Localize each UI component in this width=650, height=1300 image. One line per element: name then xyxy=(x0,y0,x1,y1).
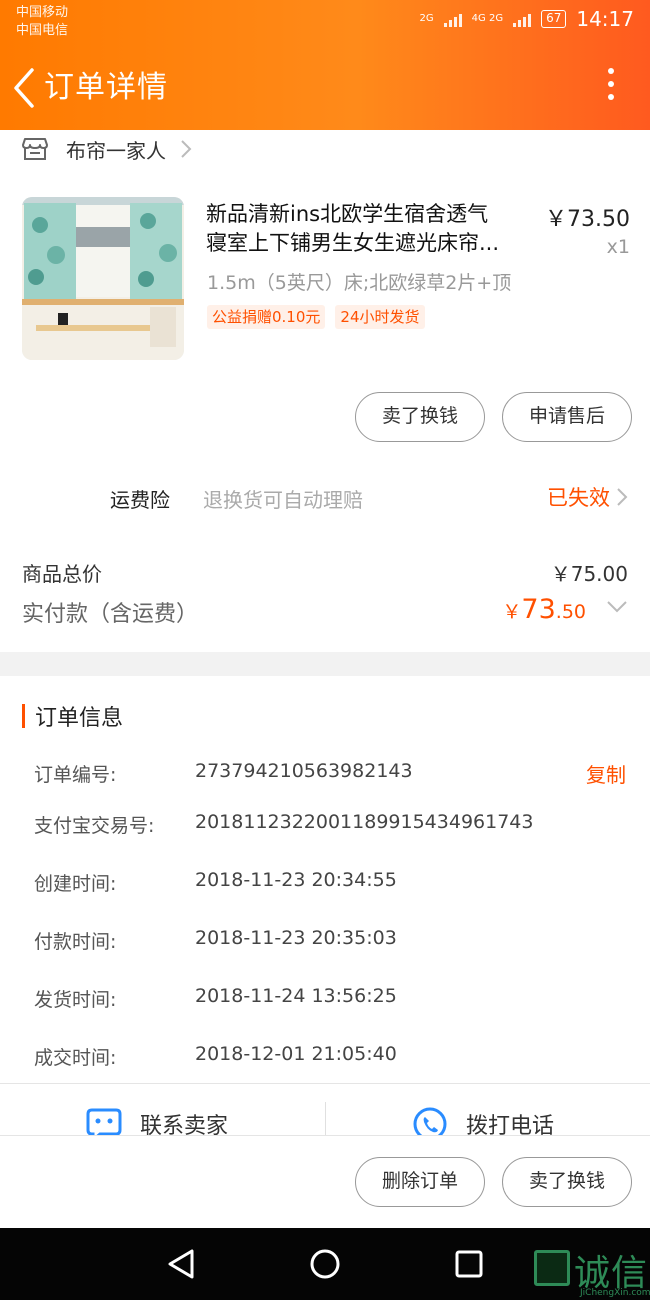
call-label: 拨打电话 xyxy=(466,1114,555,1135)
contact-separator xyxy=(325,1102,326,1135)
more-vertical-icon[interactable] xyxy=(606,68,616,108)
contact-seller-label: 联系卖家 xyxy=(140,1114,229,1135)
order-info-title: 订单信息 xyxy=(22,700,123,732)
navigation-header: 订单详情 xyxy=(0,56,650,120)
clock: 14:17 xyxy=(576,7,634,31)
order-number-value: 273794210563982143 xyxy=(195,760,413,782)
delete-order-button[interactable]: 删除订单 xyxy=(355,1157,485,1207)
product-title-line-1: 新品清新ins北欧学生宿舍透气 xyxy=(206,202,489,226)
insurance-label: 运费险 xyxy=(110,488,170,512)
product-image[interactable] xyxy=(22,197,184,360)
goods-total-label: 商品总价 xyxy=(22,562,102,586)
product-price: ￥73.50 xyxy=(545,207,630,232)
chevron-down-icon[interactable] xyxy=(606,600,628,614)
sell-button-bottom[interactable]: 卖了换钱 xyxy=(502,1157,632,1207)
battery-indicator: 67 xyxy=(541,10,567,28)
sell-button[interactable]: 卖了换钱 xyxy=(355,392,485,442)
paid-currency: ￥ xyxy=(502,601,522,623)
shop-row[interactable]: 布帘一家人 xyxy=(22,132,192,166)
goods-total-value: ￥75.00 xyxy=(550,562,628,586)
page-title: 订单详情 xyxy=(44,70,168,105)
completed-time-value: 2018-12-01 21:05:40 xyxy=(195,1043,397,1065)
status-right: 2G 4G 2G 67 14:17 xyxy=(419,7,634,31)
signal-icon xyxy=(443,11,462,27)
chevron-right-icon xyxy=(181,140,192,158)
order-info-title-text: 订单信息 xyxy=(35,706,124,731)
contact-seller-button[interactable]: 联系卖家 xyxy=(86,1106,228,1135)
phone-icon xyxy=(413,1107,447,1135)
call-button[interactable]: 拨打电话 xyxy=(412,1106,554,1135)
created-time-value: 2018-11-23 20:34:55 xyxy=(195,869,397,891)
top-bar: 中国移动 中国电信 2G 4G 2G 67 14:17 订单详情 xyxy=(0,0,650,130)
carrier-1: 中国移动 xyxy=(16,5,69,20)
watermark-sub: JiChengXin.com xyxy=(580,1288,650,1298)
carrier-2: 中国电信 xyxy=(16,23,69,38)
paid-label: 实付款（含运费） xyxy=(22,602,199,627)
network-1: 2G xyxy=(419,13,434,24)
order-number-label: 订单编号: xyxy=(34,764,117,786)
chevron-left-icon[interactable] xyxy=(10,66,40,108)
shop-name: 布帘一家人 xyxy=(66,138,166,163)
contact-strip: 联系卖家 拨打电话 xyxy=(0,1083,650,1135)
insurance-status[interactable]: 已失效 xyxy=(547,482,628,512)
chat-icon xyxy=(86,1108,122,1135)
back-triangle-icon[interactable] xyxy=(166,1248,196,1280)
paid-time-value: 2018-11-23 20:35:03 xyxy=(195,927,397,949)
tag-charity: 公益捐赠0.10元 xyxy=(207,305,326,329)
paid-integer: 73 xyxy=(521,594,556,625)
product-tags: 公益捐赠0.10元 24小时发货 xyxy=(207,305,425,329)
shipped-time-label: 发货时间: xyxy=(34,989,117,1011)
insurance-desc: 退换货可自动理赔 xyxy=(203,488,363,512)
watermark-logo: 诚信 JiChengXin.com xyxy=(532,1244,650,1300)
paid-time-label: 付款时间: xyxy=(34,931,117,953)
product-sku: 1.5m（5英尺）床;北欧绿草2片+顶 xyxy=(207,272,512,294)
section-divider xyxy=(0,652,650,676)
paid-amount: ￥73.50 xyxy=(502,594,586,625)
watermark-emblem xyxy=(534,1250,570,1286)
after-sale-button[interactable]: 申请售后 xyxy=(502,392,632,442)
chevron-right-icon xyxy=(617,488,628,506)
store-icon xyxy=(22,138,48,160)
carrier-info: 中国移动 中国电信 xyxy=(16,4,68,40)
product-quantity: x1 xyxy=(606,236,630,258)
alipay-trade-label: 支付宝交易号: xyxy=(34,815,155,837)
insurance-status-text: 已失效 xyxy=(547,486,610,510)
shipped-time-value: 2018-11-24 13:56:25 xyxy=(195,985,397,1007)
created-time-label: 创建时间: xyxy=(34,873,117,895)
title-accent-bar xyxy=(22,704,25,728)
recent-apps-icon[interactable] xyxy=(455,1250,483,1278)
status-bar: 中国移动 中国电信 2G 4G 2G 67 14:17 xyxy=(0,0,650,44)
network-2: 4G 2G xyxy=(471,13,504,24)
product-title[interactable]: 新品清新ins北欧学生宿舍透气 寝室上下铺男生女生遮光床帘... xyxy=(206,200,531,258)
signal-icon-2 xyxy=(513,11,532,27)
copy-button[interactable]: 复制 xyxy=(586,759,626,788)
tag-shipping: 24小时发货 xyxy=(335,305,425,329)
product-title-line-2: 寝室上下铺男生女生遮光床帘... xyxy=(206,231,500,255)
bottom-action-bar: 删除订单 卖了换钱 xyxy=(0,1135,650,1228)
alipay-trade-value: 2018112322001189915434961743 xyxy=(195,811,534,833)
completed-time-label: 成交时间: xyxy=(34,1047,117,1069)
paid-decimal: .50 xyxy=(555,601,586,623)
home-circle-icon[interactable] xyxy=(309,1248,341,1280)
